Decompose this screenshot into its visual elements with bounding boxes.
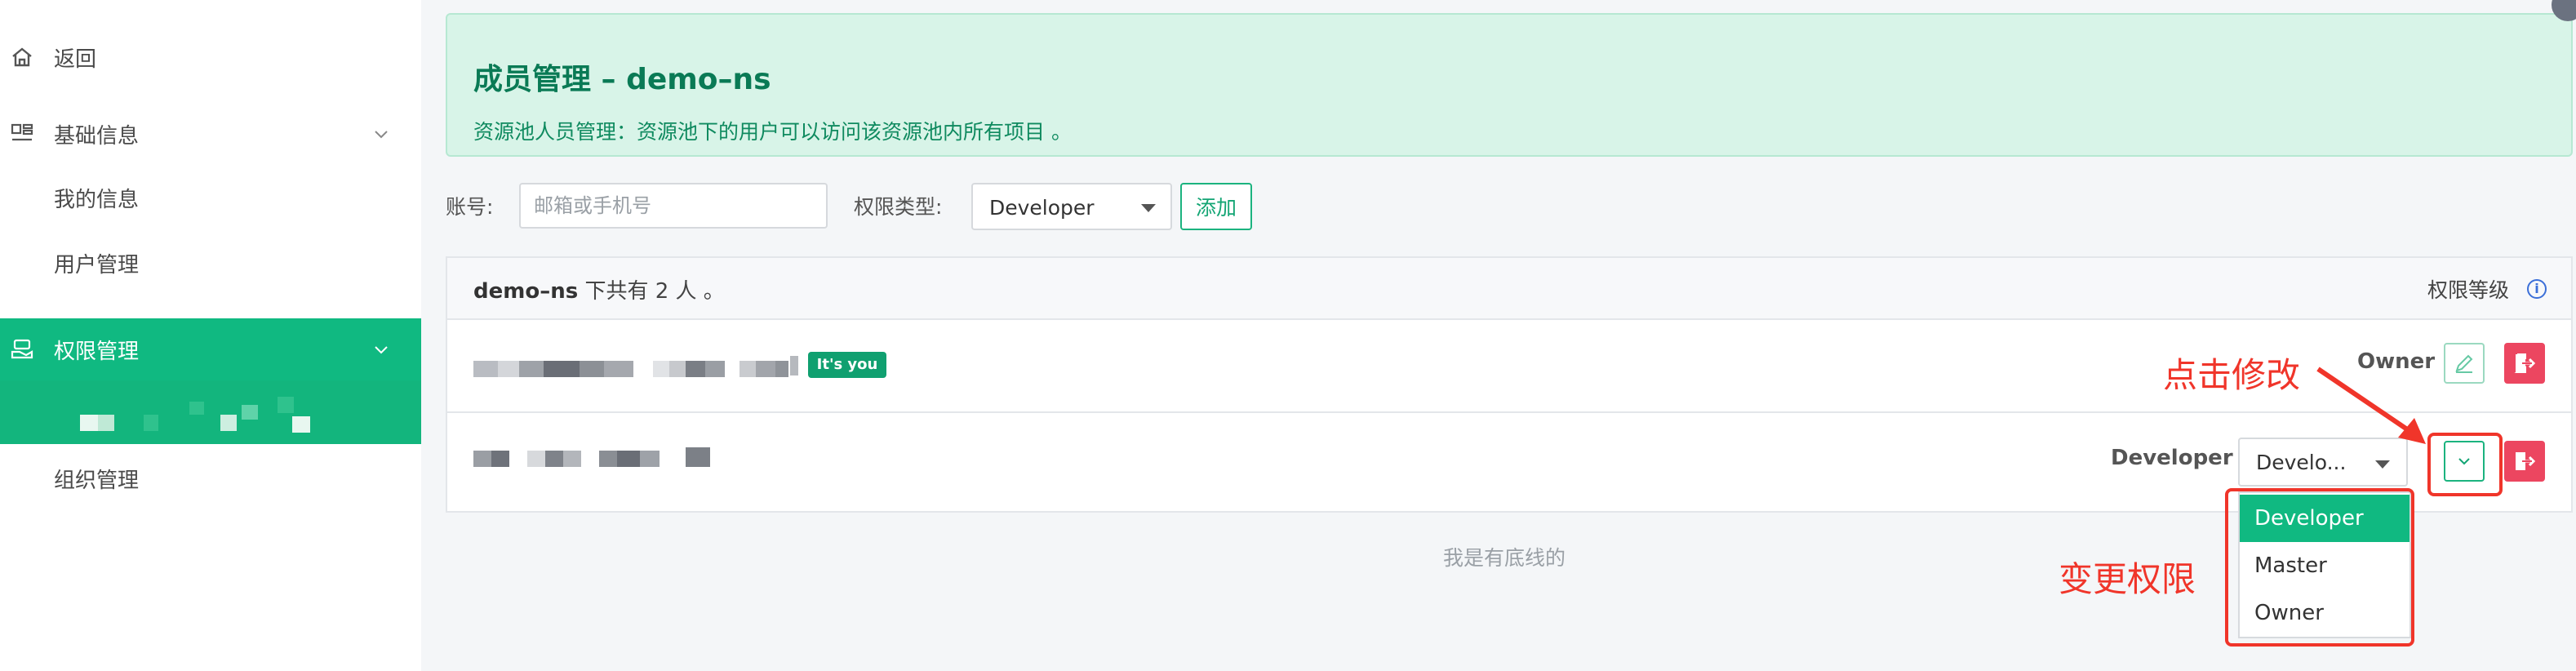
remove-member-button[interactable] bbox=[2504, 343, 2545, 384]
sidebar: 返回 基础信息 我的信息 用户管理 权限管理 组织管理 bbox=[0, 0, 421, 671]
annotation-arrow bbox=[2316, 367, 2426, 444]
sidebar-item-basic-info[interactable]: 基础信息 bbox=[0, 114, 421, 153]
member-count: 2 bbox=[655, 279, 669, 304]
page-description: 资源池人员管理：资源池下的用户可以访问该资源池内所有项目 。 bbox=[473, 120, 1072, 144]
end-of-list-note: 我是有底线的 bbox=[1443, 546, 1566, 570]
caret-down-icon bbox=[2375, 460, 2390, 469]
hand-key-icon bbox=[11, 339, 33, 359]
table-header: demo–ns 下共有 2 人 。 权限等级 i bbox=[447, 258, 2571, 320]
edit-role-button[interactable] bbox=[2444, 343, 2485, 384]
sidebar-item-back[interactable]: 返回 bbox=[0, 38, 421, 77]
info-banner: 成员管理 – demo–ns 资源池人员管理：资源池下的用户可以访问该资源池内所… bbox=[446, 13, 2573, 157]
chevron-down-icon bbox=[375, 131, 388, 139]
perm-type-select-value: Developer bbox=[989, 196, 1095, 220]
sidebar-subitem-active[interactable] bbox=[0, 380, 421, 444]
row-divider bbox=[447, 411, 2571, 413]
account-input[interactable] bbox=[519, 183, 828, 229]
page-title: 成员管理 – demo–ns bbox=[473, 63, 771, 96]
info-icon[interactable]: i bbox=[2527, 279, 2547, 299]
role-developer-text: Developer bbox=[2111, 446, 2233, 470]
sidebar-item-permission-mgmt[interactable]: 权限管理 bbox=[0, 318, 421, 380]
sidebar-item-user-mgmt-label: 用户管理 bbox=[54, 252, 140, 278]
namespace-name: demo–ns bbox=[473, 279, 579, 304]
pencil-icon bbox=[2455, 354, 2473, 373]
caret-down-icon bbox=[1141, 204, 1156, 212]
sidebar-item-my-info-label: 我的信息 bbox=[54, 187, 140, 212]
summary-tail: 人 。 bbox=[675, 279, 725, 304]
sidebar-item-org-mgmt[interactable]: 组织管理 bbox=[0, 459, 421, 498]
layout-icon bbox=[11, 123, 33, 141]
role-select-value: Develo... bbox=[2256, 451, 2347, 474]
sidebar-item-back-label: 返回 bbox=[54, 47, 97, 72]
sidebar-item-my-info[interactable]: 我的信息 bbox=[0, 178, 421, 217]
annotation-click-edit: 点击修改 bbox=[2163, 355, 2301, 395]
perm-type-select[interactable]: Developer bbox=[971, 183, 1172, 230]
home-icon bbox=[12, 47, 32, 67]
sidebar-item-permission-mgmt-label: 权限管理 bbox=[54, 339, 140, 364]
remove-member-button[interactable] bbox=[2504, 441, 2545, 482]
annotation-box-dropdown bbox=[2225, 488, 2414, 647]
add-button[interactable]: 添加 bbox=[1180, 183, 1252, 230]
level-header: 权限等级 bbox=[2427, 278, 2510, 302]
sidebar-item-org-mgmt-label: 组织管理 bbox=[54, 468, 140, 493]
perm-type-label: 权限类型: bbox=[854, 195, 943, 219]
chevron-down-icon bbox=[375, 346, 388, 354]
member-summary: demo–ns 下共有 2 人 。 bbox=[473, 274, 725, 304]
summary-middle: 下共有 bbox=[584, 279, 649, 304]
sidebar-item-user-mgmt[interactable]: 用户管理 bbox=[0, 243, 421, 282]
annotation-change-perm: 变更权限 bbox=[2059, 559, 2196, 599]
account-label: 账号: bbox=[446, 195, 494, 219]
sidebar-item-basic-info-label: 基础信息 bbox=[54, 123, 140, 149]
exit-icon bbox=[2514, 353, 2536, 373]
its-you-badge: It's you bbox=[808, 352, 886, 378]
exit-icon bbox=[2516, 452, 2536, 470]
annotation-box-toggle bbox=[2427, 433, 2503, 496]
